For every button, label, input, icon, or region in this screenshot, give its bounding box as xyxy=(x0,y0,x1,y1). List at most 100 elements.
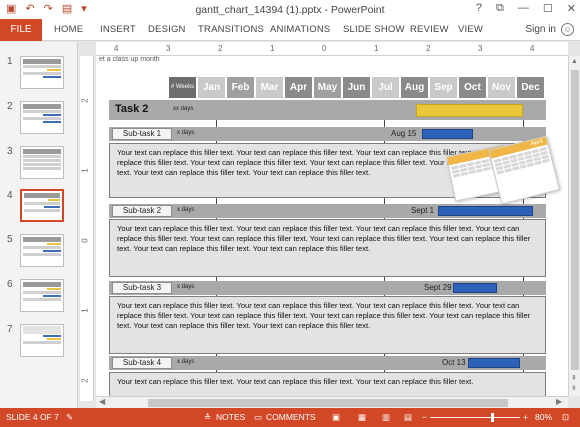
subtask-date: Aug 15 xyxy=(391,129,417,138)
month-dec: Dec xyxy=(517,77,544,98)
subtask-text-box[interactable]: Your text can replace this filler text. … xyxy=(109,296,546,354)
subtask-date: Sept 29 xyxy=(424,283,452,292)
vertical-ruler: 2 1 0 1 2 xyxy=(80,56,94,401)
fit-to-window-icon[interactable]: ⊡ xyxy=(562,412,569,423)
subtask-label: Sub-task 1 xyxy=(112,128,172,140)
notes-button[interactable]: NOTES xyxy=(216,412,245,422)
tab-view[interactable]: VIEW xyxy=(458,19,483,41)
month-header[interactable]: # Weeks Jan Feb Mar Apr May Jun Jul Aug … xyxy=(169,77,544,98)
ruler-mark: 0 xyxy=(80,238,90,243)
tab-insert[interactable]: INSERT xyxy=(100,19,136,41)
month-aug: Aug xyxy=(401,77,428,98)
month-mar: Mar xyxy=(256,77,283,98)
spell-check-icon[interactable]: ✎ xyxy=(66,412,73,423)
calendar-clipart[interactable]: April xyxy=(442,132,562,212)
window-controls: ? ⧉ — ☐ ✕ xyxy=(476,2,576,15)
slide-thumbnail-1[interactable] xyxy=(20,56,64,89)
subtask-label: Sub-task 3 xyxy=(112,282,172,294)
scroll-up-icon[interactable]: ▲ xyxy=(571,58,578,65)
tab-transitions[interactable]: TRANSITIONS xyxy=(198,19,264,41)
ruler-mark: 2 xyxy=(80,98,90,103)
maximize-icon[interactable]: ☐ xyxy=(543,2,553,15)
horizontal-scrollbar[interactable]: ◀ ▶ xyxy=(96,396,568,408)
tab-design[interactable]: DESIGN xyxy=(148,19,186,41)
slide-thumbnail-3[interactable] xyxy=(20,146,64,179)
subtask-text-box[interactable]: Your text can replace this filler text. … xyxy=(109,372,546,396)
reading-view-icon[interactable]: ▥ xyxy=(382,412,390,423)
scroll-thumb[interactable] xyxy=(148,399,508,407)
slide-top-text[interactable]: et a class up month xyxy=(99,56,160,63)
ribbon-tabs: FILE HOME INSERT DESIGN TRANSITIONS ANIM… xyxy=(0,19,580,41)
status-bar: SLIDE 4 OF 7 ✎ ≛ NOTES ▭ COMMENTS ▣ ▦ ▥ … xyxy=(0,408,580,427)
subtask-text-box[interactable]: Your text can replace this filler text. … xyxy=(109,219,546,277)
close-icon[interactable]: ✕ xyxy=(567,2,576,15)
month-oct: Oct xyxy=(459,77,486,98)
thumb-number: 3 xyxy=(7,146,13,157)
vertical-scrollbar[interactable]: ▲ ⇞ ⇟ xyxy=(568,56,580,396)
slide-thumbnail-4[interactable] xyxy=(20,189,64,222)
task-duration-bar[interactable] xyxy=(416,104,523,117)
ribbon-display-icon[interactable]: ⧉ xyxy=(496,2,504,15)
subtask-days: x days xyxy=(177,284,195,290)
next-slide-icon[interactable]: ⇟ xyxy=(571,384,577,392)
scroll-left-icon[interactable]: ◀ xyxy=(99,397,105,406)
zoom-slider[interactable] xyxy=(430,417,520,418)
subtask-date: Oct 13 xyxy=(442,358,466,367)
task-days: xx days xyxy=(173,106,194,112)
feedback-smiley-icon[interactable]: ☺ xyxy=(561,23,574,36)
subtask-date: Sept 1 xyxy=(411,206,435,215)
thumb-number: 6 xyxy=(7,279,13,290)
thumb-number: 4 xyxy=(7,190,13,201)
help-icon[interactable]: ? xyxy=(476,2,482,15)
month-feb: Feb xyxy=(227,77,254,98)
slideshow-icon[interactable]: ▤ xyxy=(404,412,412,423)
subtask-duration-bar[interactable] xyxy=(453,283,497,293)
tab-animations[interactable]: ANIMATIONS xyxy=(270,19,330,41)
slide-sorter-icon[interactable]: ▦ xyxy=(358,412,366,423)
scroll-thumb[interactable] xyxy=(571,70,579,370)
ruler-mark: 3 xyxy=(166,44,171,53)
ruler-mark: 1 xyxy=(374,44,379,53)
ruler-mark: 3 xyxy=(478,44,483,53)
tab-slide-show[interactable]: SLIDE SHOW xyxy=(343,19,405,41)
notes-icon[interactable]: ≛ xyxy=(204,412,211,423)
ruler-mark: 1 xyxy=(270,44,275,53)
ruler-mark: 2 xyxy=(426,44,431,53)
slide-thumbnail-6[interactable] xyxy=(20,279,64,312)
month-jun: Jun xyxy=(343,77,370,98)
ruler-mark: 2 xyxy=(218,44,223,53)
ruler-mark: 1 xyxy=(80,308,90,313)
thumb-number: 2 xyxy=(7,101,13,112)
tab-home[interactable]: HOME xyxy=(54,19,83,41)
normal-view-icon[interactable]: ▣ xyxy=(332,412,340,423)
slide[interactable]: et a class up month # Weeks Jan Feb Mar … xyxy=(96,56,568,396)
sign-in-link[interactable]: Sign in xyxy=(525,19,556,41)
thumb-number: 5 xyxy=(7,234,13,245)
ruler-mark: 4 xyxy=(114,44,119,53)
month-sep: Sep xyxy=(430,77,457,98)
scroll-right-icon[interactable]: ▶ xyxy=(556,397,562,406)
comments-icon[interactable]: ▭ xyxy=(254,412,262,423)
tab-file[interactable]: FILE xyxy=(0,19,42,41)
thumb-number: 7 xyxy=(7,324,13,335)
zoom-in-icon[interactable]: + xyxy=(523,412,528,422)
month-jan: Jan xyxy=(198,77,225,98)
ruler-mark: 0 xyxy=(322,44,327,53)
slide-thumbnails-pane[interactable]: 1 2 3 4 5 6 7 xyxy=(0,42,78,408)
slide-thumbnail-2[interactable] xyxy=(20,101,64,134)
zoom-out-icon[interactable]: − xyxy=(422,412,427,422)
comments-button[interactable]: COMMENTS xyxy=(266,412,316,422)
subtask-days: x days xyxy=(177,359,195,365)
slide-canvas[interactable]: et a class up month # Weeks Jan Feb Mar … xyxy=(96,56,568,396)
zoom-slider-knob[interactable] xyxy=(491,413,494,422)
slide-thumbnail-7[interactable] xyxy=(20,324,64,357)
tab-review[interactable]: REVIEW xyxy=(410,19,449,41)
minimize-icon[interactable]: — xyxy=(518,2,529,15)
horizontal-ruler: 4 3 2 1 0 1 2 3 4 xyxy=(96,42,568,56)
zoom-level[interactable]: 80% xyxy=(535,412,552,422)
subtask-duration-bar[interactable] xyxy=(468,358,520,368)
month-apr: Apr xyxy=(285,77,312,98)
slide-thumbnail-5[interactable] xyxy=(20,234,64,267)
weeks-cell: # Weeks xyxy=(169,77,196,98)
prev-slide-icon[interactable]: ⇞ xyxy=(571,374,577,382)
